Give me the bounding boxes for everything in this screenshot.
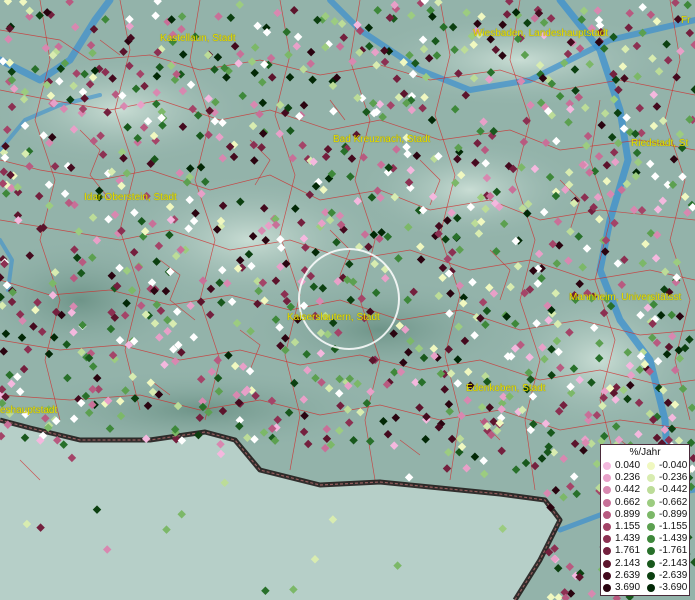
legend-swatch — [647, 571, 655, 580]
legend-swatch — [647, 547, 655, 556]
legend-swatch — [647, 498, 655, 507]
legend-value: -0.442 — [659, 484, 688, 496]
place-label-riedstadt[interactable]: Riedstadt, St — [631, 138, 688, 149]
legend-value: -1.761 — [659, 545, 688, 557]
legend-value: -3.690 — [659, 582, 688, 593]
legend-value: 0.662 — [615, 496, 641, 508]
legend-value: 1.155 — [615, 521, 641, 532]
legend-value: -0.662 — [659, 496, 688, 508]
place-label-wiesbaden[interactable]: Wiesbaden, Landeshauptstadt — [473, 28, 608, 39]
legend-value: -1.155 — [659, 521, 688, 532]
legend-swatch — [647, 584, 655, 592]
legend-value: -1.439 — [659, 533, 688, 545]
legend-value: 2.143 — [615, 557, 641, 569]
legend-swatch — [647, 559, 655, 568]
legend-value: -0.040 — [659, 460, 688, 471]
legend-swatch — [603, 486, 611, 495]
legend: %/Jahr 0.040 0.236 0.442 0.662 0.899 1.155 1.4… — [600, 444, 690, 596]
legend-value: 2.639 — [615, 569, 641, 581]
legend-value: 0.442 — [615, 484, 641, 496]
place-label-frankfurt[interactable]: Fr — [681, 15, 690, 26]
legend-swatch — [603, 498, 611, 507]
legend-title: %/Jahr — [629, 447, 661, 458]
legend-value: 0.040 — [615, 460, 641, 471]
legend-value: 1.761 — [615, 545, 641, 557]
place-label-mannheim[interactable]: Mannheim, Universitätsst — [569, 292, 681, 303]
place-label-edenkoben[interactable]: Edenkoben, Stadt — [466, 383, 546, 394]
legend-swatch — [647, 523, 655, 531]
legend-value: 3.690 — [615, 582, 641, 593]
legend-value: -2.639 — [659, 569, 688, 581]
legend-swatch — [603, 462, 611, 470]
legend-swatch — [647, 486, 655, 495]
legend-swatch — [647, 535, 655, 544]
legend-swatch — [603, 535, 611, 544]
legend-value: -0.899 — [659, 508, 688, 520]
legend-swatch — [603, 510, 611, 519]
place-label-bad-kreuznach[interactable]: Bad Kreuznach, Stadt — [333, 134, 430, 145]
legend-swatch — [603, 523, 611, 531]
legend-swatch — [647, 462, 655, 470]
legend-value: 0.899 — [615, 508, 641, 520]
place-label-kaiserslautern[interactable]: Kaiserslautern, Stadt — [287, 312, 380, 323]
legend-swatch — [603, 559, 611, 568]
place-label-saarbruecken[interactable]: eshauptstadt — [0, 405, 57, 416]
place-label-kastellaun[interactable]: Kastellaun, Stadt — [160, 33, 236, 44]
legend-value: -0.236 — [659, 472, 688, 484]
legend-swatch — [603, 571, 611, 580]
legend-swatch — [603, 547, 611, 556]
place-label-idar-oberstein[interactable]: Idar-Oberstein, Stadt — [84, 192, 177, 203]
legend-value: 1.439 — [615, 533, 641, 545]
legend-swatch — [647, 510, 655, 519]
legend-swatch — [603, 584, 611, 592]
legend-swatch — [647, 474, 655, 483]
legend-value: 0.236 — [615, 472, 641, 484]
legend-swatch — [603, 474, 611, 483]
legend-value: -2.143 — [659, 557, 688, 569]
